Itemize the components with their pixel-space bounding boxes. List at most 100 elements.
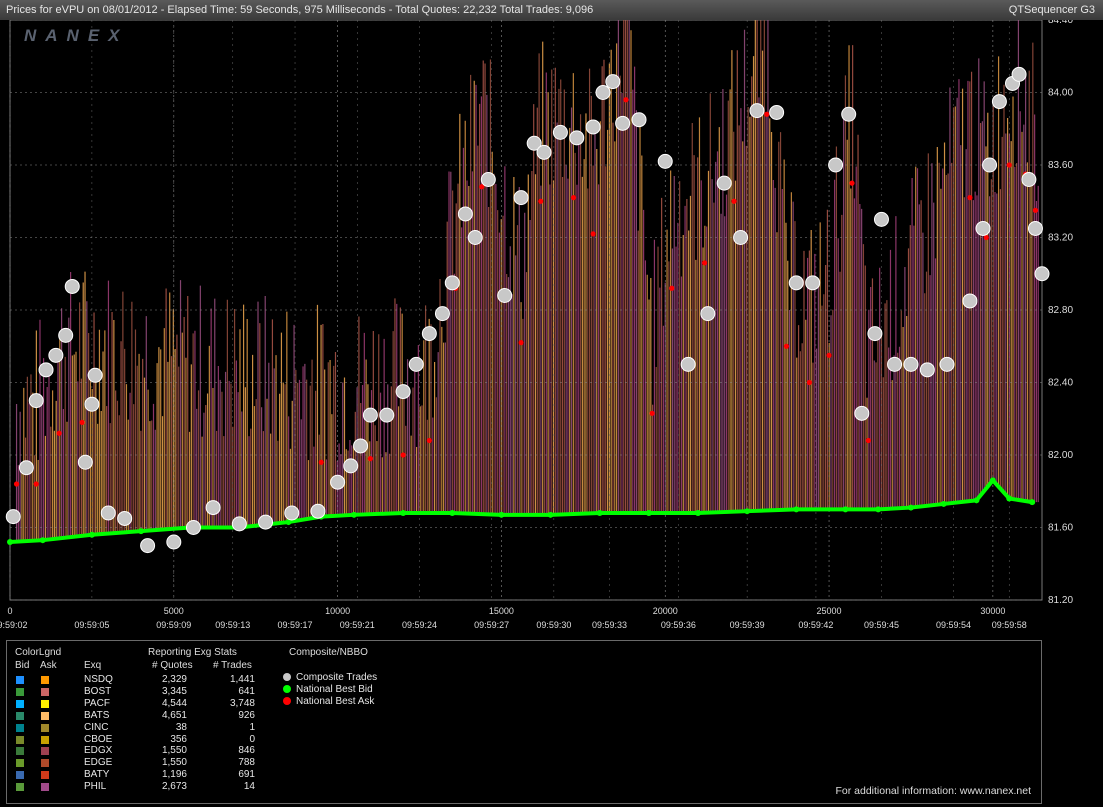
legend-row: BATS 4,651 926 <box>7 710 287 721</box>
time-tick-label: 09:59:09 <box>156 620 191 630</box>
quote-count: 38 <box>175 721 187 733</box>
best-bid-point <box>1006 495 1013 502</box>
ask-color-swatch <box>41 723 49 732</box>
composite-legend-label: National Best Bid <box>296 684 373 695</box>
composite-trade-point <box>5 509 21 525</box>
composite-trade-point <box>733 230 749 245</box>
app-name: QTSequencer G3 <box>1008 4 1095 16</box>
composite-trade-point <box>64 278 80 294</box>
legend-row: PACF 4,544 3,748 <box>7 698 287 709</box>
best-bid-point <box>138 528 145 535</box>
composite-trade-point <box>805 275 821 291</box>
time-tick-label: 09:59:45 <box>864 620 899 630</box>
best-bid-point <box>596 510 603 516</box>
y-tick-label: 84.40 <box>1048 20 1073 26</box>
composite-trade-point <box>258 514 274 530</box>
best-ask-point <box>518 340 524 346</box>
exchange-name: BOST <box>84 685 112 697</box>
best-ask-point <box>865 437 871 444</box>
time-tick-label: 09:59:58 <box>992 620 1027 630</box>
composite-trade-point <box>873 211 889 227</box>
quote-count: 1,550 <box>161 745 187 757</box>
legend-panel: ColorLgnd Bid Ask Exq Reporting Exg Stat… <box>6 640 1042 804</box>
best-bid-point <box>7 539 13 545</box>
exchange-name: PHIL <box>84 781 107 793</box>
best-ask-point <box>967 195 973 201</box>
best-ask-point <box>33 481 39 487</box>
composite-legend-label: National Best Ask <box>296 696 375 707</box>
best-ask-point <box>649 410 655 416</box>
ask-color-swatch <box>41 711 49 720</box>
composite-trade-point <box>58 327 74 343</box>
bid-color-swatch <box>16 771 24 780</box>
time-tick-label: 09:59:33 <box>592 620 627 630</box>
exchange-name: BATS <box>84 709 110 721</box>
trade-count: 3,748 <box>229 697 255 709</box>
composite-trade-point <box>434 306 450 322</box>
y-tick-label: 83.20 <box>1048 233 1073 244</box>
x-tick-label: 5000 <box>164 606 184 616</box>
y-tick-label: 81.60 <box>1048 523 1073 534</box>
title-bar: Prices for eVPU on 08/01/2012 - Elapsed … <box>0 0 1103 20</box>
legend-row: CBOE 356 0 <box>7 734 287 745</box>
bid-color-swatch <box>16 711 24 720</box>
composite-trade-point <box>569 130 585 146</box>
composite-trade-point <box>585 119 601 135</box>
composite-trade-point <box>700 306 716 322</box>
composite-trade-point <box>379 407 395 423</box>
best-bid-point <box>39 537 46 544</box>
composite-trade-point <box>552 124 568 140</box>
trade-count: 926 <box>238 709 255 721</box>
composite-title: Composite/NBBO <box>289 647 368 658</box>
legend-row: PHIL 2,673 14 <box>7 781 287 792</box>
y-tick-label: 83.60 <box>1048 160 1073 171</box>
time-tick-label: 09:59:54 <box>936 620 971 630</box>
quote-count: 4,544 <box>161 697 187 709</box>
best-bid-point <box>973 497 980 504</box>
composite-trade-point <box>362 407 378 423</box>
time-tick-label: 09:59:02 <box>0 620 28 630</box>
quote-count: 1,550 <box>161 757 187 769</box>
composite-trade-point <box>421 326 437 342</box>
best-bid-point <box>907 504 914 511</box>
time-tick-label: 09:59:05 <box>74 620 109 630</box>
exchange-name: BATY <box>84 769 110 781</box>
ask-color-swatch <box>41 699 49 708</box>
bid-header: Bid <box>15 660 30 671</box>
time-tick-label: 09:59:30 <box>536 620 571 630</box>
composite-trade-point <box>749 103 765 119</box>
best-bid-point <box>547 511 554 518</box>
composite-trade-point <box>919 362 935 378</box>
color-legend-title: ColorLgnd <box>15 647 62 658</box>
composite-trade-point <box>828 157 844 173</box>
composite-trade-point <box>680 356 696 372</box>
trade-count: 1 <box>249 721 255 733</box>
composite-trade-point <box>962 293 978 309</box>
quote-count: 356 <box>170 733 187 745</box>
time-tick-label: 09:59:24 <box>402 620 437 630</box>
exchange-name: NSDQ <box>84 674 113 685</box>
composite-legend-label: Composite Trades <box>296 672 378 683</box>
ask-color-swatch <box>41 759 49 768</box>
best-bid-point <box>842 506 849 513</box>
y-tick-label: 81.20 <box>1048 595 1073 606</box>
best-bid-point <box>695 510 701 516</box>
exchange-name: EDGX <box>84 745 113 757</box>
composite-trade-point <box>166 534 182 550</box>
composite-trade-point <box>1021 172 1037 187</box>
composite-trade-point <box>716 175 732 191</box>
composite-trade-point <box>595 85 611 100</box>
composite-trade-point <box>1034 266 1050 282</box>
ask-color-swatch <box>41 735 49 744</box>
chart-title: Prices for eVPU on 08/01/2012 - Elapsed … <box>6 4 594 16</box>
best-ask-point <box>826 352 832 358</box>
composite-trade-point <box>975 220 991 236</box>
time-tick-label: 09:59:36 <box>661 620 696 630</box>
trade-count: 846 <box>238 745 255 757</box>
trade-count: 691 <box>238 769 255 781</box>
bid-color-swatch <box>16 783 24 792</box>
composite-trade-point <box>1027 220 1043 236</box>
composite-trade-point <box>788 275 804 291</box>
composite-trade-point <box>497 288 513 303</box>
price-chart: 0 5000 10000 15000 20000 25000 30000 09:59:02 09… <box>0 20 1073 630</box>
